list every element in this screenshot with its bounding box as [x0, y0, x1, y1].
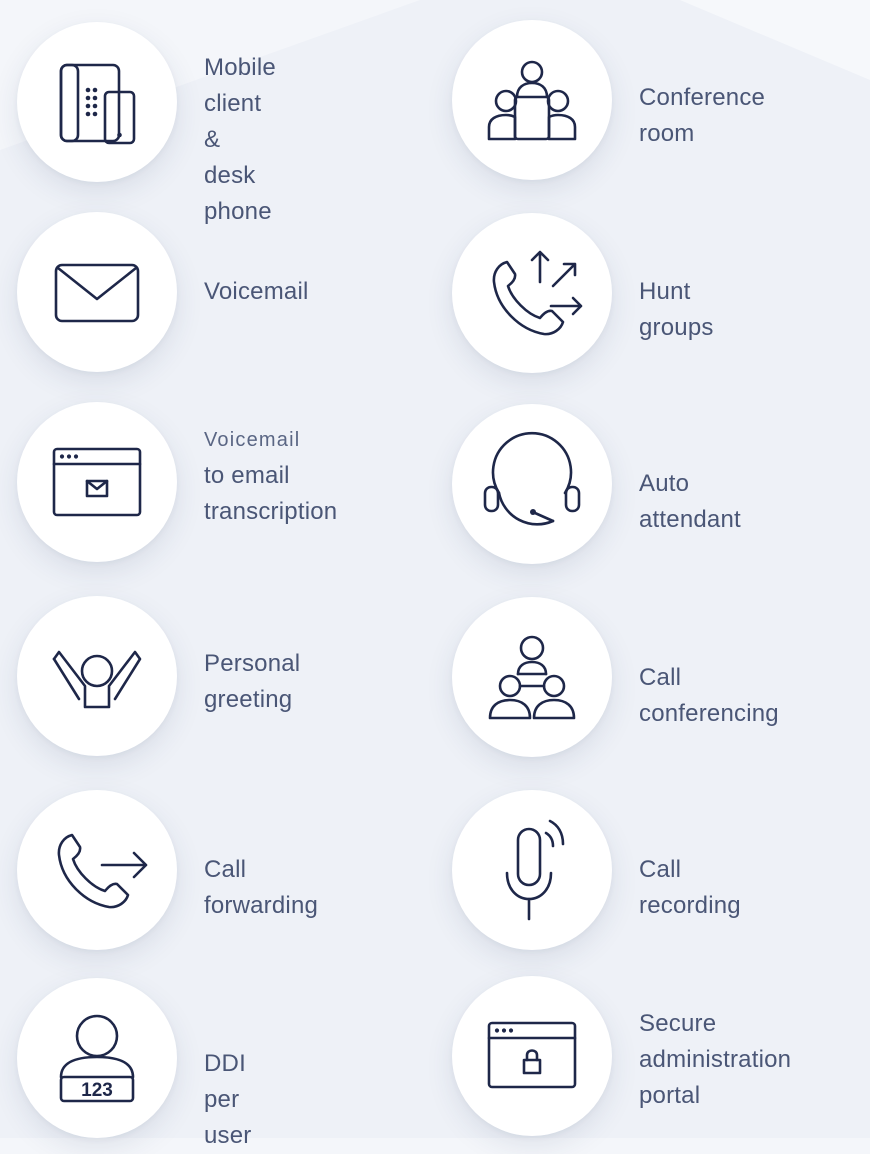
conference-room-icon: [487, 60, 577, 141]
feature-label: Call recording: [639, 856, 741, 919]
circle: [17, 596, 177, 756]
feature-label: Personal greeting: [204, 650, 301, 713]
headset-icon: [483, 431, 581, 526]
feature-label: Voicemail: [204, 278, 309, 305]
browser-envelope-icon: [52, 447, 142, 517]
feature-label: Mobile client & desk phone: [204, 54, 276, 225]
feature-label: Conference room: [639, 84, 766, 147]
circle: [452, 404, 612, 564]
circle: [452, 976, 612, 1136]
circle: [17, 22, 177, 182]
envelope-icon: [54, 263, 140, 323]
browser-lock-icon: [487, 1021, 577, 1089]
feature-label: Voicemail to email transcription: [204, 429, 338, 525]
circle: [17, 402, 177, 562]
connected-people-icon: [488, 635, 576, 720]
feature-label: Call conferencing: [639, 664, 779, 727]
user-number-icon: 123: [59, 1014, 135, 1103]
circle: [452, 790, 612, 950]
phone-forward-icon: [57, 833, 148, 909]
badge-number: 123: [81, 1080, 113, 1101]
circle: [452, 597, 612, 757]
desk-phone-mobile-icon: [59, 63, 136, 145]
microphone-icon: [505, 819, 565, 921]
feature-label: Auto attendant: [639, 470, 741, 533]
circle: [17, 790, 177, 950]
circle: [452, 213, 612, 373]
circle: [17, 212, 177, 372]
circle: 123: [17, 978, 177, 1138]
feature-label: Call forwarding: [204, 856, 319, 919]
circle: [452, 20, 612, 180]
feature-label: Hunt groups: [639, 278, 714, 341]
phone-arrows-icon: [492, 250, 583, 336]
person-waving-icon: [52, 650, 142, 709]
feature-label: Secure administration portal: [639, 1010, 792, 1109]
